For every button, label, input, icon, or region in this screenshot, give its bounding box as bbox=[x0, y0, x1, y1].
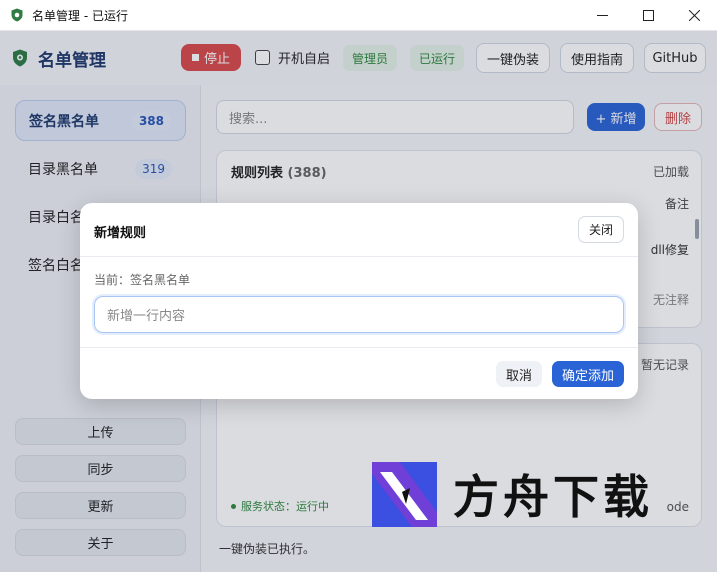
close-window-button[interactable] bbox=[671, 0, 717, 31]
watermark-logo-icon bbox=[372, 461, 437, 527]
new-rule-input[interactable]: 新增一行内容 bbox=[94, 296, 624, 333]
divider bbox=[80, 256, 638, 257]
divider bbox=[80, 347, 638, 348]
maximize-icon bbox=[642, 10, 654, 21]
watermark-text: 方舟下载 bbox=[453, 470, 653, 524]
close-icon bbox=[688, 10, 700, 21]
window-titlebar: 名单管理 - 已运行 bbox=[0, 0, 717, 31]
add-rule-dialog: 新增规则 关闭 当前：签名黑名单 新增一行内容 取消 确定添加 bbox=[80, 203, 638, 399]
dialog-title: 新增规则 bbox=[94, 226, 147, 241]
confirm-add-button[interactable]: 确定添加 bbox=[552, 361, 624, 387]
window-title: 名单管理 - 已运行 bbox=[32, 8, 128, 23]
maximize-button[interactable] bbox=[625, 0, 671, 31]
shield-icon bbox=[11, 8, 23, 22]
minimize-icon bbox=[596, 15, 608, 16]
minimize-button[interactable] bbox=[579, 0, 625, 31]
current-list-label: 当前：签名黑名单 bbox=[94, 273, 191, 287]
cancel-button[interactable]: 取消 bbox=[496, 361, 542, 387]
dialog-close-button[interactable]: 关闭 bbox=[578, 216, 624, 243]
watermark: 方舟下载 bbox=[372, 461, 653, 527]
